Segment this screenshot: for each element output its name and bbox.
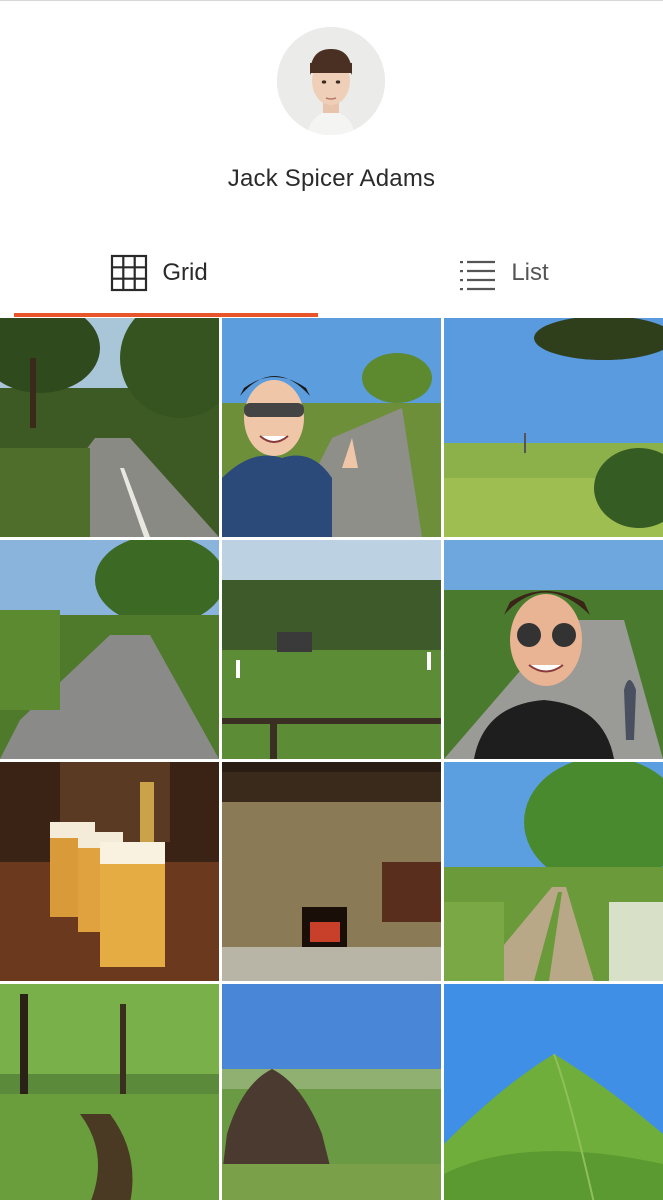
tab-grid-label: Grid (162, 259, 208, 286)
list-icon (460, 260, 496, 291)
tab-list-label: List (511, 259, 549, 286)
grid-icon (111, 254, 148, 292)
photo-grid (0, 318, 663, 1200)
photo-tile[interactable] (444, 540, 663, 759)
photo-tile[interactable] (0, 984, 219, 1200)
photo-tile[interactable] (0, 540, 219, 759)
photo-tile[interactable] (0, 318, 219, 537)
top-divider (0, 0, 663, 1)
photo-tile[interactable] (222, 762, 441, 981)
photo-tile[interactable] (444, 984, 663, 1200)
tab-grid[interactable]: Grid (0, 232, 318, 314)
photo-tile[interactable] (444, 762, 663, 981)
view-tabs: Grid List (0, 232, 663, 318)
profile-name: Jack Spicer Adams (227, 165, 436, 192)
active-tab-indicator (14, 313, 318, 317)
photo-tile[interactable] (222, 984, 441, 1200)
photo-tile[interactable] (222, 540, 441, 759)
photo-tile[interactable] (444, 318, 663, 537)
tab-list[interactable]: List (345, 232, 663, 314)
photo-tile[interactable] (222, 318, 441, 537)
avatar[interactable] (277, 27, 385, 135)
photo-tile[interactable] (0, 762, 219, 981)
